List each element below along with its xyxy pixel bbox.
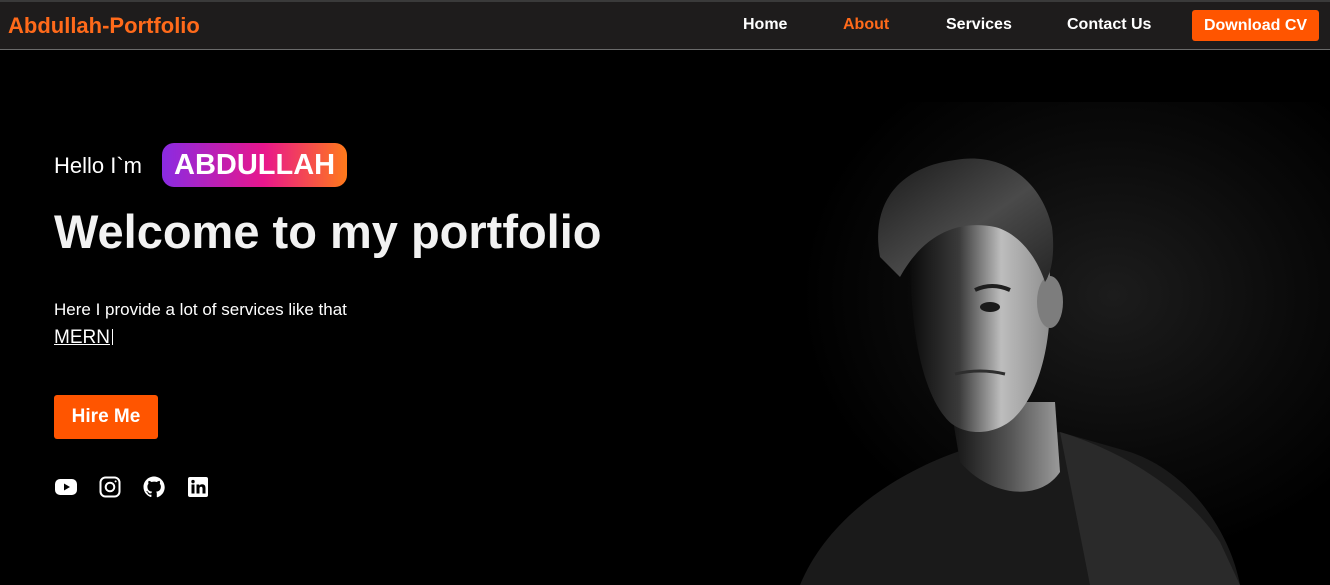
hire-me-button[interactable]: Hire Me <box>54 395 158 439</box>
typing-cursor <box>111 329 113 345</box>
download-cv-button[interactable]: Download CV <box>1192 10 1319 41</box>
linkedin-icon[interactable] <box>186 475 210 499</box>
name-badge: ABDULLAH <box>162 143 348 187</box>
hero-section: Hello I`m ABDULLAH Welcome to my portfol… <box>0 51 1330 585</box>
nav-links: Home About Services Contact Us <box>0 2 1330 50</box>
greeting-text: Hello I`m <box>54 153 143 178</box>
nav-link-contact-us[interactable]: Contact Us <box>1067 16 1151 34</box>
services-intro-text: Here I provide a lot of services like th… <box>54 300 347 319</box>
nav-link-home[interactable]: Home <box>743 16 787 34</box>
youtube-icon[interactable] <box>54 475 78 499</box>
typed-service-word: MERN <box>54 327 110 348</box>
github-icon[interactable] <box>142 475 166 499</box>
navbar: Abdullah-Portfolio Home About Services C… <box>0 0 1330 50</box>
page-title: Welcome to my portfolio <box>54 205 602 258</box>
typed-service-text: MERN <box>54 327 113 349</box>
portrait-image <box>760 102 1330 585</box>
nav-link-about[interactable]: About <box>843 16 889 34</box>
instagram-icon[interactable] <box>98 475 122 499</box>
nav-link-services[interactable]: Services <box>946 16 1012 34</box>
